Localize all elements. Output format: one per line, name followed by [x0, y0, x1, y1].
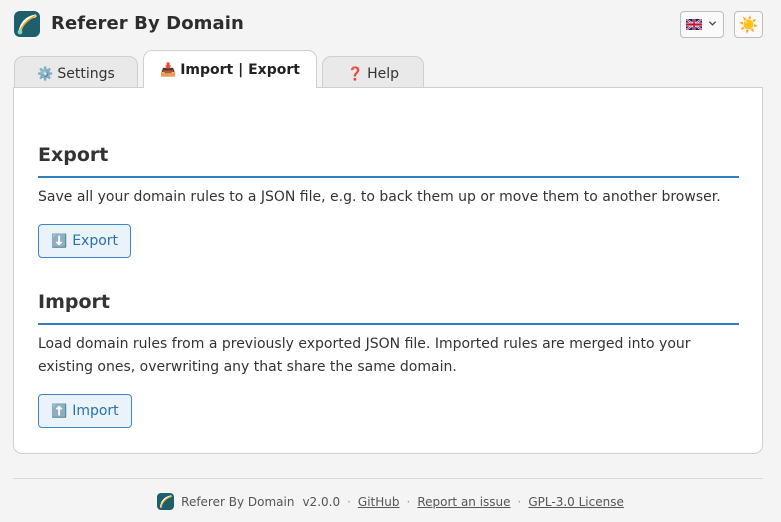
export-button-label: Export	[72, 233, 119, 249]
inbox-tray-icon: 📥	[160, 63, 177, 78]
footer-separator: ·	[517, 495, 522, 509]
tab-import-export-label: Import | Export	[180, 62, 300, 78]
chevron-down-icon	[708, 21, 717, 26]
tab-help-label: Help	[367, 66, 400, 82]
import-divider	[38, 323, 739, 325]
app-title: Referer By Domain	[51, 13, 244, 34]
question-mark-icon: ❓	[346, 67, 364, 82]
import-button-label: Import	[72, 403, 119, 419]
footer-logo-icon	[157, 493, 175, 510]
down-arrow-icon: ⬇️	[51, 234, 68, 249]
export-description: Save all your domain rules to a JSON fil…	[38, 189, 721, 205]
github-link[interactable]: GitHub	[358, 495, 400, 509]
up-arrow-icon: ⬆️	[51, 404, 68, 419]
export-heading: Export	[38, 144, 109, 166]
import-export-panel: Export Save all your domain rules to a J…	[13, 87, 763, 454]
footer-separator: ·	[347, 495, 351, 509]
tab-help[interactable]: ❓ Help	[322, 56, 424, 87]
footer-divider	[13, 478, 763, 479]
export-button[interactable]: ⬇️ Export	[38, 224, 132, 258]
gear-icon: ⚙️	[37, 67, 54, 82]
app-header: Referer By Domain ☀️	[14, 11, 763, 41]
tab-settings-label: Settings	[57, 66, 115, 82]
language-select[interactable]	[680, 11, 724, 38]
sun-icon: ☀️	[738, 15, 759, 34]
import-button[interactable]: ⬆️ Import	[38, 394, 132, 428]
footer-app-name: Referer By Domain	[181, 495, 295, 509]
report-issue-link[interactable]: Report an issue	[417, 495, 510, 509]
app-logo-icon	[14, 11, 40, 37]
export-divider	[38, 176, 739, 178]
import-description: Load domain rules from a previously expo…	[38, 336, 691, 375]
footer-separator: ·	[406, 495, 411, 509]
license-link[interactable]: GPL-3.0 License	[528, 495, 623, 509]
uk-flag-icon	[686, 19, 702, 30]
tab-import-export[interactable]: 📥 Import | Export	[143, 50, 317, 88]
theme-toggle-button[interactable]: ☀️	[734, 11, 763, 38]
footer: Referer By Domain v2.0.0 · GitHub · Report an…	[0, 493, 781, 510]
import-heading: Import	[38, 291, 110, 313]
footer-version: v2.0.0	[302, 495, 341, 509]
tab-settings[interactable]: ⚙️ Settings	[14, 56, 138, 87]
